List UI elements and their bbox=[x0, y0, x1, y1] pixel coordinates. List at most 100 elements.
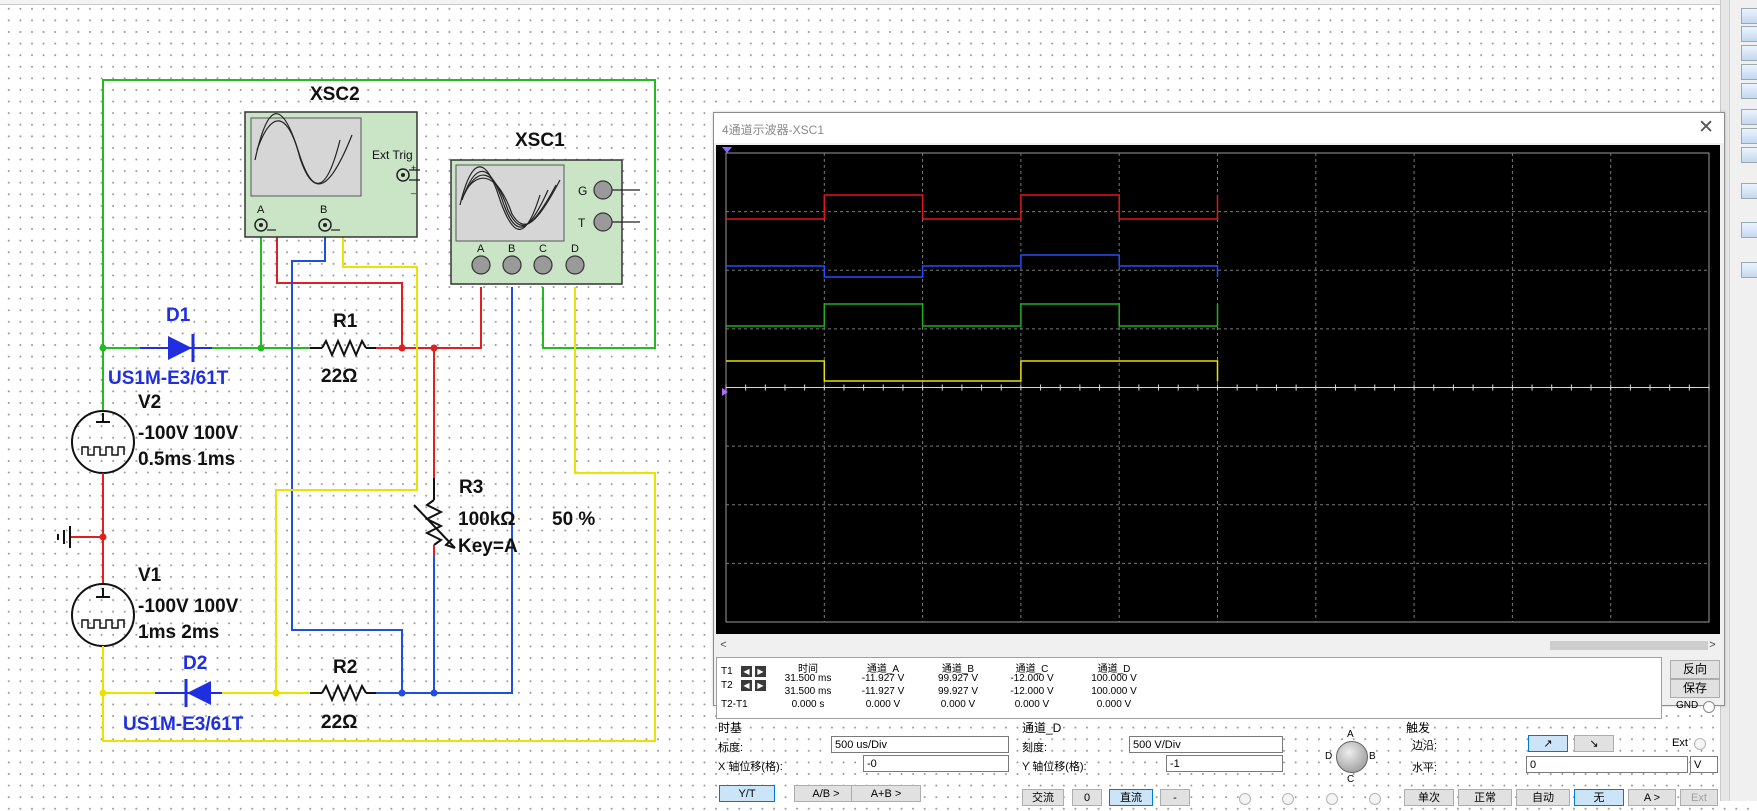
xsc2-plus: + bbox=[411, 163, 416, 173]
t1-left-arrow-icon[interactable]: ◀ bbox=[741, 666, 752, 677]
toolbar-instrument-icon[interactable] bbox=[1741, 45, 1757, 61]
d1-model: US1M-E3/61T bbox=[108, 368, 229, 389]
toolbar-instrument-icon[interactable] bbox=[1741, 8, 1757, 24]
xsc2-name: XSC2 bbox=[310, 84, 360, 105]
wire-yellow[interactable] bbox=[275, 225, 418, 693]
instrument-xsc1[interactable] bbox=[450, 159, 640, 285]
r2-name: R2 bbox=[333, 657, 357, 678]
trigger-ext-button[interactable]: Ext bbox=[1680, 789, 1718, 806]
channel-scale-input[interactable]: 500 V/Div bbox=[1129, 736, 1283, 753]
trigger-normal-button[interactable]: 正常 bbox=[1458, 789, 1512, 806]
r1-value: 22Ω bbox=[321, 366, 357, 387]
scroll-thumb[interactable] bbox=[1550, 641, 1708, 650]
x-position-label: X 轴位移(格): bbox=[718, 761, 783, 773]
oscilloscope-window[interactable]: 4通道示波器-XSC1 ✕ < > 时间 通道_A 通道_B 通道_C 通道_D… bbox=[713, 112, 1725, 806]
diode-d1[interactable] bbox=[140, 334, 212, 362]
junction-dot bbox=[398, 689, 406, 697]
readout-value: -12.000 V bbox=[1010, 686, 1054, 697]
junction-dot bbox=[99, 689, 107, 697]
pulse-source-v2[interactable] bbox=[71, 410, 135, 494]
trigger-edge-label: 边沿: bbox=[1412, 740, 1438, 752]
scope-screen[interactable] bbox=[716, 145, 1720, 634]
window-titlebar[interactable]: 4通道示波器-XSC1 ✕ bbox=[714, 113, 1724, 143]
gnd-radio[interactable] bbox=[1703, 701, 1715, 713]
y-position-input[interactable]: -1 bbox=[1166, 755, 1283, 772]
xsc1-pin-b: B bbox=[508, 243, 515, 255]
scroll-right-icon[interactable]: > bbox=[1705, 638, 1720, 653]
top-ruler bbox=[0, 0, 1720, 5]
trigger-level-unit[interactable]: V bbox=[1690, 756, 1718, 773]
channel-radio[interactable] bbox=[1369, 793, 1381, 805]
timebase-scale-input[interactable]: 500 us/Div bbox=[831, 736, 1009, 753]
resistor-r2[interactable] bbox=[310, 683, 376, 703]
xsc1-pin-d: D bbox=[571, 243, 579, 255]
scroll-left-icon[interactable]: < bbox=[716, 638, 731, 653]
wire-red[interactable] bbox=[376, 287, 482, 349]
x-position-input[interactable]: -0 bbox=[863, 755, 1009, 772]
channel-selector-knob[interactable] bbox=[1336, 741, 1368, 773]
resistor-r1[interactable] bbox=[310, 338, 376, 358]
gnd-label: GND bbox=[1676, 700, 1699, 711]
mode-yt-button[interactable]: Y/T bbox=[719, 785, 775, 802]
ground-symbol[interactable] bbox=[57, 526, 71, 548]
knob-label-b: B bbox=[1369, 751, 1376, 762]
toolbar-probe-icon[interactable] bbox=[1741, 262, 1757, 278]
r3-name: R3 bbox=[459, 477, 483, 498]
xsc1-name: XSC1 bbox=[515, 130, 565, 151]
trace-channel-a bbox=[726, 194, 1219, 220]
trigger-none-button[interactable]: 无 bbox=[1574, 789, 1624, 806]
toolbar-instrument-icon[interactable] bbox=[1741, 83, 1757, 99]
channel-radio[interactable] bbox=[1326, 793, 1338, 805]
coupling-minus-button[interactable]: - bbox=[1160, 789, 1190, 806]
d1-name: D1 bbox=[166, 305, 191, 326]
readout-value: 100.000 V bbox=[1091, 673, 1137, 684]
toolbar-instrument-icon[interactable] bbox=[1741, 147, 1757, 163]
mode-ab-button[interactable]: A/B > bbox=[794, 785, 858, 802]
wire-blue[interactable] bbox=[291, 225, 403, 693]
row-label-t2-t1: T2-T1 bbox=[721, 699, 748, 710]
timebase-panel: 时基 标度: 500 us/Div X 轴位移(格): -0 Y/T A/B >… bbox=[714, 719, 1010, 811]
coupling-ac-button[interactable]: 交流 bbox=[1022, 789, 1064, 806]
xsc1-pin-t: T bbox=[578, 216, 586, 230]
grid-lines bbox=[725, 153, 1710, 622]
trigger-single-button[interactable]: 单次 bbox=[1404, 789, 1454, 806]
diode-d2[interactable] bbox=[155, 679, 222, 707]
channel-radio[interactable] bbox=[1239, 793, 1251, 805]
coupling-dc-button[interactable]: 直流 bbox=[1109, 789, 1153, 806]
cursor-readout: 时间 通道_A 通道_B 通道_C 通道_D T1 ◀ ▶ 31.500 ms … bbox=[716, 657, 1662, 719]
trigger-marker-icon[interactable] bbox=[722, 147, 732, 153]
pulse-source-v1[interactable] bbox=[71, 578, 135, 660]
r2-value: 22Ω bbox=[321, 712, 357, 733]
knob-label-d: D bbox=[1325, 751, 1333, 762]
junction-dot bbox=[398, 344, 406, 352]
xsc2-pin-a: A bbox=[257, 204, 265, 216]
trigger-ext-radio[interactable] bbox=[1694, 738, 1706, 750]
toolbar-instrument-icon[interactable] bbox=[1741, 109, 1757, 125]
toolbar-instrument-icon[interactable] bbox=[1741, 26, 1757, 42]
trigger-level-input[interactable]: 0 bbox=[1526, 756, 1688, 773]
window-title: 4通道示波器-XSC1 bbox=[722, 123, 825, 137]
toolbar-instrument-icon[interactable] bbox=[1741, 183, 1757, 199]
channel-offset-marker-icon[interactable] bbox=[722, 388, 728, 396]
close-icon[interactable]: ✕ bbox=[1698, 116, 1714, 139]
toolbar-instrument-icon[interactable] bbox=[1741, 222, 1757, 238]
v1-line2: 1ms 2ms bbox=[138, 622, 219, 643]
edge-rising-button[interactable]: ↗ bbox=[1528, 735, 1568, 752]
channel-radio[interactable] bbox=[1282, 793, 1294, 805]
trigger-auto-button[interactable]: 自动 bbox=[1516, 789, 1570, 806]
coupling-zero-button[interactable]: 0 bbox=[1072, 789, 1102, 806]
t2-left-arrow-icon[interactable]: ◀ bbox=[741, 680, 752, 691]
toolbar-instrument-icon[interactable] bbox=[1741, 128, 1757, 144]
trigger-a-button[interactable]: A > bbox=[1628, 789, 1676, 806]
mode-apb-button[interactable]: A+B > bbox=[851, 785, 921, 802]
toolbar-instrument-icon[interactable] bbox=[1741, 64, 1757, 80]
edge-falling-button[interactable]: ↘ bbox=[1574, 735, 1614, 752]
potentiometer-r3[interactable] bbox=[413, 478, 456, 556]
waveform-display bbox=[722, 147, 1710, 623]
save-button[interactable]: 保存 bbox=[1670, 679, 1720, 698]
horizontal-scrollbar[interactable]: < > bbox=[716, 638, 1720, 653]
knob-label-a: A bbox=[1347, 729, 1354, 740]
reverse-button[interactable]: 反向 bbox=[1670, 660, 1720, 679]
instrument-xsc2[interactable] bbox=[244, 111, 420, 238]
d2-name: D2 bbox=[183, 653, 207, 674]
